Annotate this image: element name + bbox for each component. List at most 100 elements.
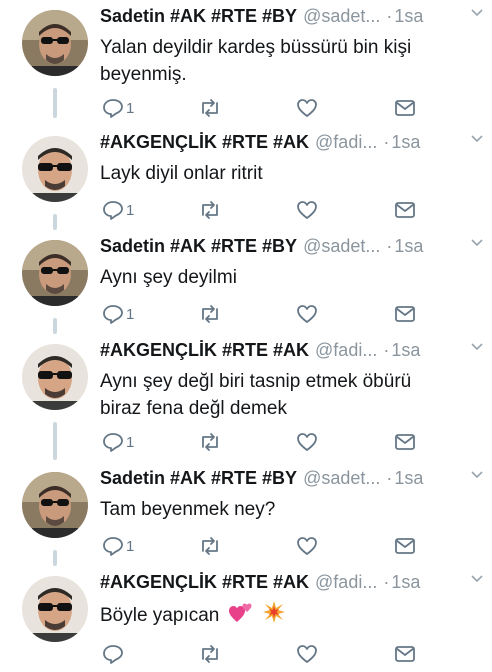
thread-line (53, 422, 57, 460)
reply-icon (103, 537, 123, 556)
tweet[interactable]: Sadetin #AK #RTE #BY @sadet... · 1sa Ayn… (0, 230, 492, 334)
tweet-text: Yalan deyildir kardeş büssürü bin kişi b… (100, 34, 478, 88)
user-handle[interactable]: @fadi... (315, 572, 377, 593)
tweet-actions: 1 (100, 198, 432, 222)
reply-button[interactable]: 1 (102, 430, 134, 454)
display-name[interactable]: Sadetin #AK #RTE #BY (100, 468, 297, 489)
retweet-icon (202, 305, 218, 323)
separator-dot: · (383, 340, 390, 360)
chevron-down-icon[interactable] (470, 572, 484, 586)
heart-icon (297, 645, 317, 663)
retweet-button[interactable] (198, 642, 222, 666)
thread-line (53, 318, 57, 334)
user-handle[interactable]: @fadi... (315, 340, 377, 361)
tweet-text-line: Böyle yapıcan (100, 600, 478, 629)
timestamp[interactable]: 1sa (391, 132, 420, 153)
envelope-icon (395, 434, 415, 450)
retweet-button[interactable] (198, 96, 222, 120)
tweet-header: Sadetin #AK #RTE #BY @sadet... · 1sa (100, 6, 478, 30)
reply-count: 1 (126, 433, 135, 451)
tweet-header: Sadetin #AK #RTE #BY @sadet... · 1sa (100, 468, 478, 492)
tweet-content: Sadetin #AK #RTE #BY @sadet... · 1sa Tam… (100, 468, 478, 523)
display-name[interactable]: Sadetin #AK #RTE #BY (100, 6, 297, 27)
chevron-down-icon[interactable] (470, 132, 484, 146)
reply-button[interactable]: 1 (102, 534, 134, 558)
direct-message-button[interactable] (394, 198, 416, 222)
display-name[interactable]: #AKGENÇLİK #RTE #AK (100, 132, 309, 153)
retweet-button[interactable] (198, 430, 222, 454)
tweet[interactable]: #AKGENÇLİK #RTE #AK @fadi... · 1sa Aynı … (0, 334, 492, 460)
tweet-actions (100, 642, 432, 666)
tweet-actions: 1 (100, 302, 432, 326)
reply-count: 1 (126, 305, 135, 323)
tweet-actions: 1 (100, 96, 432, 120)
avatar[interactable] (22, 344, 88, 410)
timestamp[interactable]: 1sa (391, 572, 420, 593)
like-button[interactable] (296, 198, 318, 222)
timestamp[interactable]: 1sa (394, 468, 423, 489)
timestamp[interactable]: 1sa (394, 236, 423, 257)
retweet-button[interactable] (198, 198, 222, 222)
display-name[interactable]: Sadetin #AK #RTE #BY (100, 236, 297, 257)
user-handle[interactable]: @sadet... (303, 468, 380, 489)
avatar[interactable] (22, 472, 88, 538)
chevron-down-icon[interactable] (470, 6, 484, 20)
tweet[interactable]: #AKGENÇLİK #RTE #AK @fadi... · 1sa Layk … (0, 126, 492, 230)
avatar[interactable] (22, 576, 88, 642)
tweet-header: #AKGENÇLİK #RTE #AK @fadi... · 1sa (100, 572, 478, 596)
direct-message-button[interactable] (394, 302, 416, 326)
chevron-down-icon[interactable] (470, 468, 484, 482)
tweet-text-line: Aynı şey değl biri tasnip etmek öbürü (100, 371, 412, 392)
retweet-button[interactable] (198, 302, 222, 326)
avatar[interactable] (22, 240, 88, 306)
heart-icon (297, 201, 317, 219)
reply-button[interactable]: 1 (102, 96, 134, 120)
tweet-header: #AKGENÇLİK #RTE #AK @fadi... · 1sa (100, 132, 478, 156)
tweet-text-line: beyenmiş. (100, 64, 187, 85)
like-button[interactable] (296, 302, 318, 326)
envelope-icon (395, 538, 415, 554)
display-name[interactable]: #AKGENÇLİK #RTE #AK (100, 572, 309, 593)
tweet[interactable]: #AKGENÇLİK #RTE #AK @fadi... · 1sa Böyle… (0, 566, 492, 672)
direct-message-button[interactable] (394, 96, 416, 120)
like-button[interactable] (296, 96, 318, 120)
like-button[interactable] (296, 430, 318, 454)
display-name[interactable]: #AKGENÇLİK #RTE #AK (100, 340, 309, 361)
heart-icon (297, 537, 317, 555)
avatar[interactable] (22, 136, 88, 202)
tweet-content: Sadetin #AK #RTE #BY @sadet... · 1sa Yal… (100, 6, 478, 88)
tweet-text: Tam beyenmek ney? (100, 496, 478, 523)
separator-dot: · (386, 468, 393, 488)
reply-button[interactable] (102, 642, 126, 666)
reply-count: 1 (126, 201, 135, 219)
direct-message-button[interactable] (394, 534, 416, 558)
tweet[interactable]: Sadetin #AK #RTE #BY @sadet... · 1sa Yal… (0, 0, 492, 118)
chevron-down-icon[interactable] (470, 340, 484, 354)
thread-line (53, 550, 57, 566)
timestamp[interactable]: 1sa (394, 6, 423, 27)
separator-dot: · (383, 132, 390, 152)
tweet-text-line: Tam beyenmek ney? (100, 499, 276, 520)
two-hearts-emoji (228, 603, 252, 622)
reply-button[interactable]: 1 (102, 198, 134, 222)
avatar-column (22, 10, 88, 76)
chevron-down-icon[interactable] (470, 236, 484, 250)
avatar[interactable] (22, 10, 88, 76)
tweet-header: #AKGENÇLİK #RTE #AK @fadi... · 1sa (100, 340, 478, 364)
like-button[interactable] (296, 534, 318, 558)
tweet[interactable]: Sadetin #AK #RTE #BY @sadet... · 1sa Tam… (0, 462, 492, 566)
direct-message-button[interactable] (394, 642, 416, 666)
direct-message-button[interactable] (394, 430, 416, 454)
heart-icon (297, 305, 317, 323)
tweet-content: #AKGENÇLİK #RTE #AK @fadi... · 1sa Böyle… (100, 572, 478, 629)
user-handle[interactable]: @sadet... (303, 6, 380, 27)
retweet-icon (202, 99, 218, 117)
tweet-actions: 1 (100, 430, 432, 454)
user-handle[interactable]: @sadet... (303, 236, 380, 257)
like-button[interactable] (296, 642, 318, 666)
timestamp[interactable]: 1sa (391, 340, 420, 361)
user-handle[interactable]: @fadi... (315, 132, 377, 153)
reply-button[interactable]: 1 (102, 302, 134, 326)
retweet-button[interactable] (198, 534, 222, 558)
tweet-text: Aynı şey deyilmi (100, 264, 478, 291)
